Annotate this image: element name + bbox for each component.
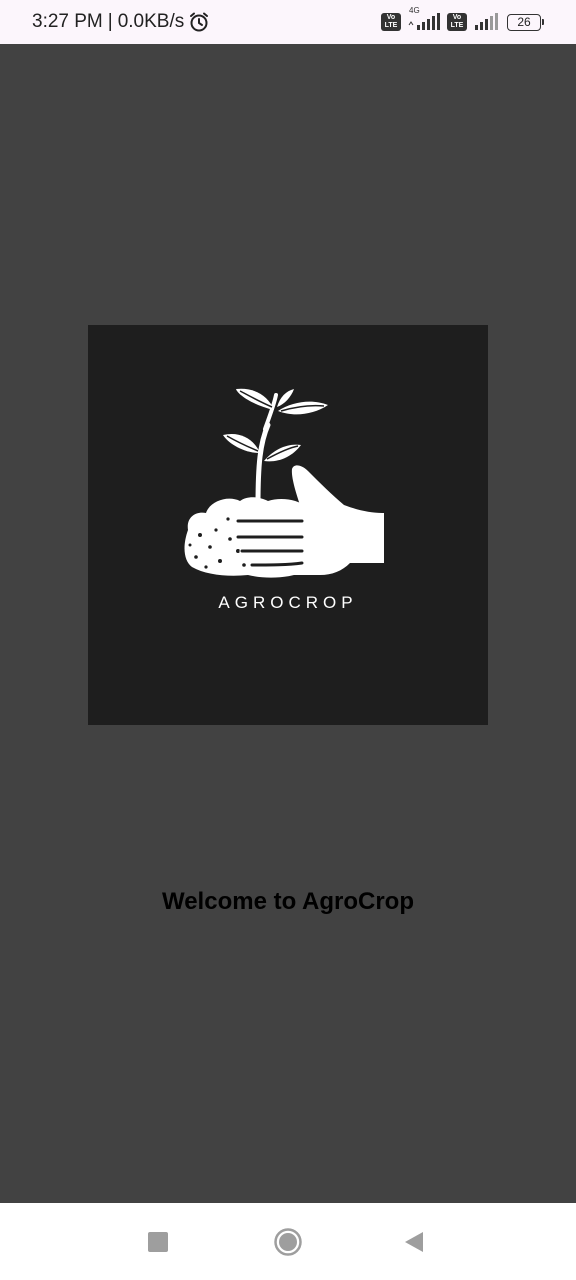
- welcome-message: Welcome to AgroCrop: [161, 888, 414, 915]
- volte-badge-bottom: LTE: [384, 22, 398, 29]
- recents-button[interactable]: [128, 1203, 188, 1280]
- navigation-bar: [0, 1203, 576, 1280]
- back-button[interactable]: [384, 1203, 444, 1280]
- network-speed: 0.0KB/s: [117, 11, 185, 32]
- status-left: 3:27 PM | 0.0KB/s: [32, 11, 210, 33]
- circle-icon: [274, 1227, 302, 1256]
- volte-badge-top: Vo: [386, 14, 396, 21]
- home-button[interactable]: [258, 1203, 318, 1280]
- triangle-back-icon: [405, 1231, 423, 1252]
- signal-strength-icon-sim2: [473, 12, 501, 32]
- volte-badge-sim1: Vo LTE: [381, 13, 401, 31]
- signal-strength-icon-sim1: 4G: [407, 6, 441, 32]
- square-icon: [148, 1231, 168, 1252]
- splash-screen: 3:27 PM | 0.0KB/s Vo LTE 4G Vo LTE 26 AG…: [0, 0, 576, 1280]
- brand-name: AGROCROP: [218, 593, 358, 612]
- volte-badge-bottom: LTE: [450, 22, 464, 29]
- network-type-label: 4G: [409, 6, 420, 15]
- status-bar: 3:27 PM | 0.0KB/s Vo LTE 4G Vo LTE 26: [0, 0, 576, 44]
- status-separator: |: [107, 11, 113, 32]
- volte-badge-sim2: Vo LTE: [447, 13, 467, 31]
- status-time: 3:27 PM: [32, 11, 103, 32]
- app-logo: AGROCROP: [88, 325, 488, 725]
- battery-icon: 26: [507, 13, 544, 31]
- volte-badge-top: Vo: [452, 14, 462, 21]
- hand-holding-sprout-icon: [184, 388, 384, 578]
- status-right: Vo LTE 4G Vo LTE 26: [381, 6, 544, 32]
- alarm-clock-icon: [188, 11, 210, 33]
- battery-tip: [542, 19, 544, 25]
- battery-level: 26: [507, 13, 541, 31]
